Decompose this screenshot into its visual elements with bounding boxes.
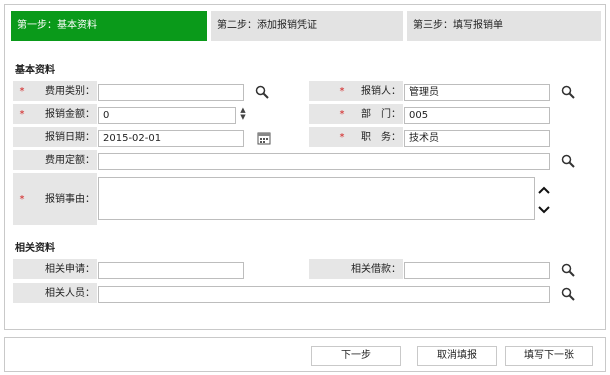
amount-input[interactable]: 0 xyxy=(98,107,236,124)
quota-input[interactable] xyxy=(98,153,550,170)
date-input[interactable]: 2015-02-01 xyxy=(98,130,244,147)
reason-textarea[interactable] xyxy=(98,177,535,220)
tab-step-2[interactable]: 第二步：添加报销凭证 xyxy=(211,11,405,41)
tab-step-3[interactable]: 第三步：填写报销单 xyxy=(407,11,603,41)
related-person-label: 相关人员： xyxy=(45,288,95,299)
related-loan-input[interactable] xyxy=(404,262,550,279)
required-mark: * xyxy=(19,109,25,120)
step-tabs: 第一步：基本资料 第二步：添加报销凭证 第三步：填写报销单 xyxy=(11,11,603,41)
section-title-related: 相关资料 xyxy=(15,243,55,254)
department-label: 部 门： xyxy=(361,109,401,120)
search-icon[interactable] xyxy=(255,85,269,99)
search-icon[interactable] xyxy=(561,85,575,99)
search-icon[interactable] xyxy=(561,154,575,168)
scroll-arrows-icon[interactable] xyxy=(537,185,551,218)
section-title-basic: 基本资料 xyxy=(15,65,55,76)
chevron-up-down-icon[interactable] xyxy=(537,185,551,215)
expense-type-input[interactable] xyxy=(98,84,244,101)
search-icon[interactable] xyxy=(561,287,575,301)
related-person-input[interactable] xyxy=(98,286,550,303)
date-label: 报销日期： xyxy=(45,132,95,143)
footer-bar: 下一步 取消填报 填写下一张 xyxy=(4,337,606,372)
required-mark: * xyxy=(19,86,25,97)
amount-stepper-icon[interactable]: ▲ ▼ xyxy=(239,107,247,121)
required-mark: * xyxy=(19,194,25,205)
fill-next-button[interactable]: 填写下一张 xyxy=(505,346,593,366)
search-icon[interactable] xyxy=(561,263,575,277)
quota-label: 费用定额： xyxy=(45,155,95,166)
related-request-input[interactable] xyxy=(98,262,244,279)
department-input[interactable]: 005 xyxy=(404,107,550,124)
calendar-icon[interactable] xyxy=(257,131,271,145)
cancel-button[interactable]: 取消填报 xyxy=(417,346,497,366)
related-loan-label: 相关借款： xyxy=(351,264,401,275)
applicant-label: 报销人： xyxy=(361,86,401,97)
amount-label: 报销金额： xyxy=(45,109,95,120)
expense-type-label: 费用类别： xyxy=(45,86,95,97)
applicant-input[interactable]: 管理员 xyxy=(404,84,550,101)
form-panel: 第一步：基本资料 第二步：添加报销凭证 第三步：填写报销单 基本资料 * 费用类… xyxy=(4,4,606,330)
reason-label: 报销事由： xyxy=(45,194,95,205)
tab-step-1[interactable]: 第一步：基本资料 xyxy=(11,11,209,41)
next-step-button[interactable]: 下一步 xyxy=(311,346,401,366)
position-label: 职 务： xyxy=(361,132,401,143)
position-input[interactable]: 技术员 xyxy=(404,130,550,147)
related-request-label: 相关申请： xyxy=(45,264,95,275)
